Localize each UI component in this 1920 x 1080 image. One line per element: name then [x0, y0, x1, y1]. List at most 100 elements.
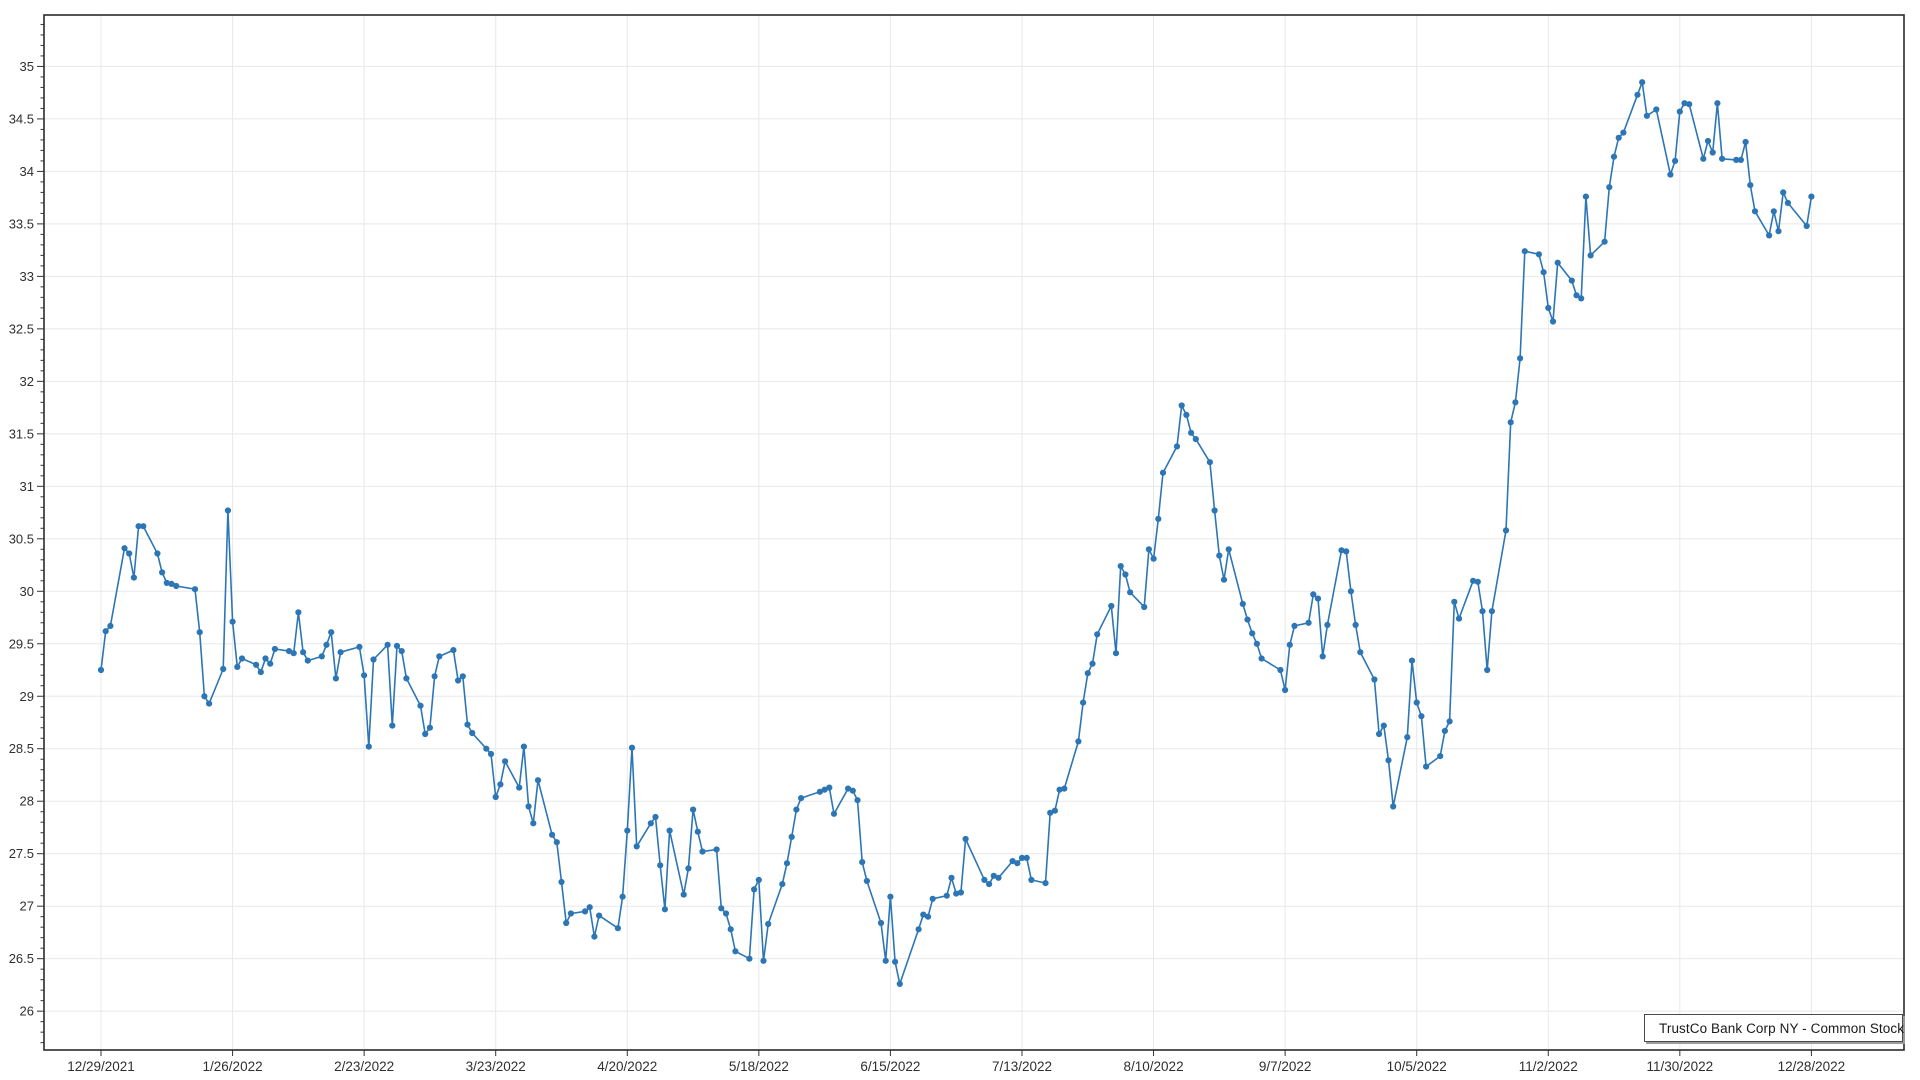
y-axis-label: 26: [20, 1004, 34, 1019]
data-point-marker: [1672, 158, 1678, 164]
data-point-marker: [1588, 252, 1594, 258]
data-point-marker: [558, 879, 564, 885]
data-point-marker: [1555, 260, 1561, 266]
data-point-marker: [107, 623, 113, 629]
data-point-marker: [1348, 588, 1354, 594]
data-point-marker: [1639, 79, 1645, 85]
data-point-marker: [253, 662, 259, 668]
data-point-marker: [563, 920, 569, 926]
data-point-marker: [1179, 402, 1185, 408]
data-point-marker: [530, 820, 536, 826]
data-point-marker: [591, 934, 597, 940]
data-point-marker: [1517, 355, 1523, 361]
x-axis-label: 11/2/2022: [1519, 1059, 1578, 1074]
y-axis-label: 33.5: [9, 216, 34, 231]
data-point-marker: [1254, 641, 1260, 647]
data-point-marker: [455, 677, 461, 683]
data-point-marker: [789, 834, 795, 840]
data-point-marker: [1291, 623, 1297, 629]
price-markers: [98, 79, 1815, 987]
data-point-marker: [695, 829, 701, 835]
data-point-marker: [1503, 527, 1509, 533]
data-point-marker: [986, 881, 992, 887]
data-point-marker: [1714, 100, 1720, 106]
y-axis-label: 26.5: [9, 951, 34, 966]
data-point-marker: [648, 820, 654, 826]
data-point-marker: [1310, 591, 1316, 597]
data-point-marker: [685, 865, 691, 871]
data-point-marker: [389, 723, 395, 729]
data-point-marker: [1620, 130, 1626, 136]
data-point-marker: [1118, 563, 1124, 569]
data-point-marker: [1357, 649, 1363, 655]
data-point-marker: [1484, 667, 1490, 673]
data-point-marker: [1259, 655, 1265, 661]
data-point-marker: [662, 906, 668, 912]
data-point-marker: [1602, 239, 1608, 245]
data-point-marker: [944, 893, 950, 899]
data-point-marker: [681, 892, 687, 898]
x-axis-label: 3/23/2022: [466, 1059, 526, 1074]
data-point-marker: [1522, 248, 1528, 254]
data-point-marker: [427, 725, 433, 731]
data-point-marker: [225, 507, 231, 513]
data-point-marker: [629, 745, 635, 751]
data-point-marker: [981, 877, 987, 883]
x-axis-label: 12/28/2022: [1778, 1059, 1846, 1074]
y-axis-label: 27.5: [9, 846, 34, 861]
price-line-chart: 2626.52727.52828.52929.53030.53131.53232…: [0, 0, 1920, 1080]
data-point-marker: [234, 664, 240, 670]
data-point-marker: [422, 731, 428, 737]
data-point-marker: [460, 673, 466, 679]
y-axis-label: 31: [20, 479, 34, 494]
data-point-marker: [417, 703, 423, 709]
data-point-marker: [192, 586, 198, 592]
data-point-marker: [596, 913, 602, 919]
data-point-marker: [1743, 139, 1749, 145]
data-point-marker: [1024, 855, 1030, 861]
data-point-marker: [582, 908, 588, 914]
data-point-marker: [497, 781, 503, 787]
data-point-marker: [300, 649, 306, 655]
data-point-marker: [399, 648, 405, 654]
data-point-marker: [1385, 757, 1391, 763]
x-axis-label: 8/10/2022: [1124, 1059, 1184, 1074]
data-point-marker: [756, 877, 762, 883]
data-point-marker: [1508, 419, 1514, 425]
data-point-marker: [1108, 603, 1114, 609]
data-point-marker: [1766, 232, 1772, 238]
data-point-marker: [878, 920, 884, 926]
x-axis-label: 7/13/2022: [992, 1059, 1052, 1074]
data-point-marker: [1122, 571, 1128, 577]
data-point-marker: [1710, 149, 1716, 155]
data-point-marker: [521, 744, 527, 750]
data-point-marker: [1442, 728, 1448, 734]
data-point-marker: [1747, 182, 1753, 188]
data-point-marker: [1541, 269, 1547, 275]
data-point-marker: [1174, 443, 1180, 449]
data-point-marker: [1216, 553, 1222, 559]
data-point-marker: [488, 751, 494, 757]
data-point-marker: [1282, 687, 1288, 693]
data-point-marker: [718, 905, 724, 911]
data-point-marker: [1207, 459, 1213, 465]
data-point-marker: [1089, 661, 1095, 667]
data-point-marker: [1409, 658, 1415, 664]
data-point-marker: [1141, 604, 1147, 610]
data-point-marker: [554, 839, 560, 845]
data-point-marker: [887, 894, 893, 900]
data-point-marker: [333, 675, 339, 681]
data-point-marker: [1780, 189, 1786, 195]
data-point-marker: [1550, 318, 1556, 324]
x-axis-label: 5/18/2022: [729, 1059, 789, 1074]
data-point-marker: [526, 803, 532, 809]
data-point-marker: [469, 730, 475, 736]
data-point-marker: [1381, 723, 1387, 729]
data-point-marker: [1447, 718, 1453, 724]
data-point-marker: [1475, 579, 1481, 585]
data-point-marker: [1569, 278, 1575, 284]
data-point-marker: [272, 646, 278, 652]
legend-box[interactable]: TrustCo Bank Corp NY - Common Stock: [1644, 1014, 1903, 1042]
data-point-marker: [657, 862, 663, 868]
data-point-marker: [173, 583, 179, 589]
